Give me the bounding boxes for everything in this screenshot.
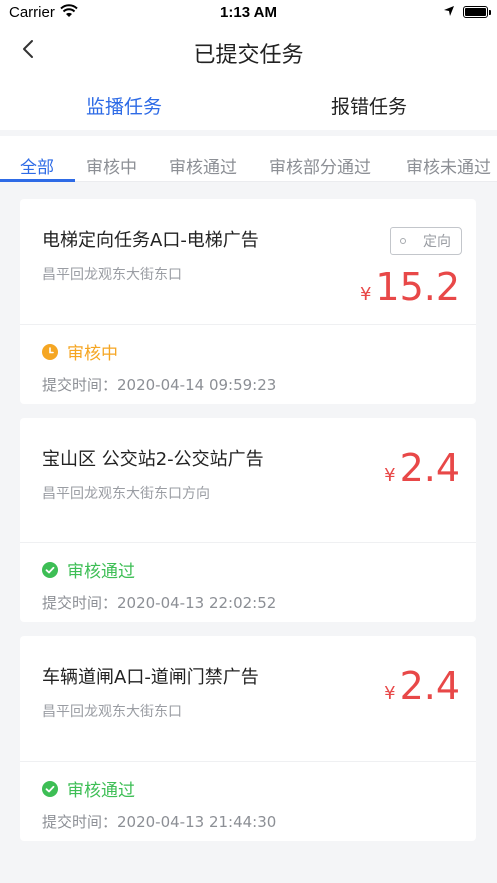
task-name: 宝山区 公交站2-公交站广告 (42, 449, 264, 470)
task-card[interactable]: 电梯定向任务A口-电梯广告 定向 昌平回龙观东大街东口 ¥15.2 审核中 提交… (20, 199, 476, 404)
status-filter-bar: 全部 审核中 审核通过 审核部分通过 审核未通过 (0, 136, 497, 182)
clock-icon (42, 343, 58, 360)
status-badge: 审核通过 (42, 557, 135, 582)
price-amount: 2.4 (399, 664, 460, 708)
card-divider (20, 324, 476, 325)
task-type-tabs: 监播任务 报错任务 (0, 78, 497, 130)
currency-symbol: ¥ (359, 284, 372, 305)
card-divider (20, 542, 476, 543)
task-address: 昌平回龙观东大街东口 (42, 267, 182, 283)
status-text: 审核通过 (67, 562, 135, 582)
task-price: ¥2.4 (384, 664, 460, 708)
filter-partially-approved[interactable]: 审核部分通过 (269, 153, 371, 178)
submit-time: 提交时间：2020-04-14 09:59:23 (42, 376, 277, 394)
tag-hole-icon (400, 238, 406, 244)
tab-monitoring-tasks[interactable]: 监播任务 (86, 92, 162, 119)
filter-approved[interactable]: 审核通过 (169, 153, 237, 178)
status-badge: 审核通过 (42, 776, 135, 801)
task-price: ¥15.2 (360, 265, 460, 309)
location-arrow-icon (444, 6, 454, 16)
status-bar: Carrier 1:13 AM (0, 0, 497, 24)
submit-time: 提交时间：2020-04-13 22:02:52 (42, 594, 277, 612)
tag-label: 定向 (423, 234, 451, 250)
battery-icon (463, 6, 491, 18)
status-text: 审核中 (67, 344, 118, 364)
card-divider (20, 761, 476, 762)
task-price: ¥2.4 (384, 446, 460, 490)
filter-rejected[interactable]: 审核未通过 (406, 153, 491, 178)
price-amount: 2.4 (399, 446, 460, 490)
task-address: 昌平回龙观东大街东口方向 (42, 486, 210, 502)
filter-all[interactable]: 全部 (20, 153, 54, 178)
task-address: 昌平回龙观东大街东口 (42, 704, 182, 720)
status-badge: 审核中 (42, 339, 118, 364)
clock-time: 1:13 AM (220, 4, 277, 21)
check-circle-icon (42, 780, 58, 797)
filter-pending[interactable]: 审核中 (86, 153, 137, 178)
page-title: 已提交任务 (193, 43, 304, 68)
targeted-tag: 定向 (390, 227, 462, 255)
price-amount: 15.2 (375, 265, 460, 309)
navigation-bar: 已提交任务 (0, 24, 497, 78)
task-name: 电梯定向任务A口-电梯广告 (42, 230, 259, 251)
task-card[interactable]: 宝山区 公交站2-公交站广告 昌平回龙观东大街东口方向 ¥2.4 审核通过 提交… (20, 418, 476, 622)
active-filter-indicator (0, 179, 75, 182)
task-name: 车辆道闸A口-道闸门禁广告 (42, 667, 259, 688)
currency-symbol: ¥ (384, 683, 396, 704)
check-circle-icon (42, 561, 58, 578)
status-text: 审核通过 (67, 781, 135, 801)
currency-symbol: ¥ (384, 465, 396, 486)
task-card[interactable]: 车辆道闸A口-道闸门禁广告 昌平回龙观东大街东口 ¥2.4 审核通过 提交时间：… (20, 636, 476, 841)
tab-error-report-tasks[interactable]: 报错任务 (331, 92, 407, 119)
submit-time: 提交时间：2020-04-13 21:44:30 (42, 813, 277, 831)
